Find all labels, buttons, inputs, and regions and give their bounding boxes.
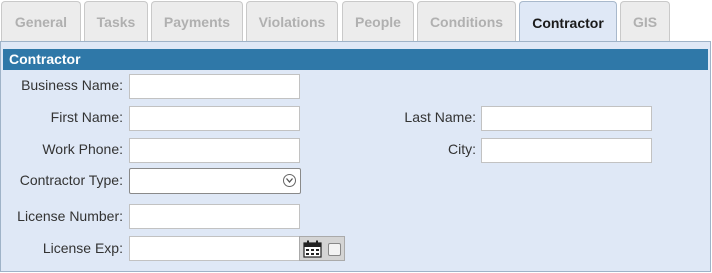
tab-general[interactable]: General bbox=[1, 1, 81, 41]
date-picker-controls bbox=[299, 236, 345, 261]
first-name-label: First Name: bbox=[50, 109, 123, 125]
last-name-input[interactable] bbox=[481, 106, 652, 131]
first-name-input[interactable] bbox=[129, 106, 300, 131]
business-name-label: Business Name: bbox=[21, 77, 123, 93]
tab-gis[interactable]: GIS bbox=[620, 1, 670, 41]
chevron-down-icon bbox=[283, 174, 296, 187]
license-exp-label: License Exp: bbox=[42, 240, 123, 256]
license-number-input[interactable] bbox=[129, 204, 300, 229]
business-name-input[interactable] bbox=[129, 74, 300, 99]
city-label: City: bbox=[448, 141, 476, 157]
license-exp-input[interactable] bbox=[129, 236, 300, 261]
work-phone-input[interactable] bbox=[129, 138, 300, 163]
calendar-icon[interactable] bbox=[303, 240, 322, 263]
tab-violations[interactable]: Violations bbox=[246, 1, 338, 41]
license-exp-checkbox[interactable] bbox=[328, 243, 341, 256]
panel-title: Contractor bbox=[3, 49, 708, 70]
tab-payments[interactable]: Payments bbox=[151, 1, 243, 41]
last-name-label: Last Name: bbox=[404, 109, 476, 125]
work-phone-label: Work Phone: bbox=[42, 141, 123, 157]
contractor-type-label: Contractor Type: bbox=[19, 172, 123, 188]
tab-people[interactable]: People bbox=[342, 1, 414, 41]
tab-contractor[interactable]: Contractor bbox=[519, 1, 617, 43]
city-input[interactable] bbox=[481, 138, 652, 163]
tab-tasks[interactable]: Tasks bbox=[84, 1, 148, 41]
contractor-type-select[interactable] bbox=[129, 168, 301, 194]
tab-bar: General Tasks Payments Violations People… bbox=[0, 0, 712, 43]
tab-conditions[interactable]: Conditions bbox=[417, 1, 516, 41]
license-number-label: License Number: bbox=[17, 208, 123, 224]
